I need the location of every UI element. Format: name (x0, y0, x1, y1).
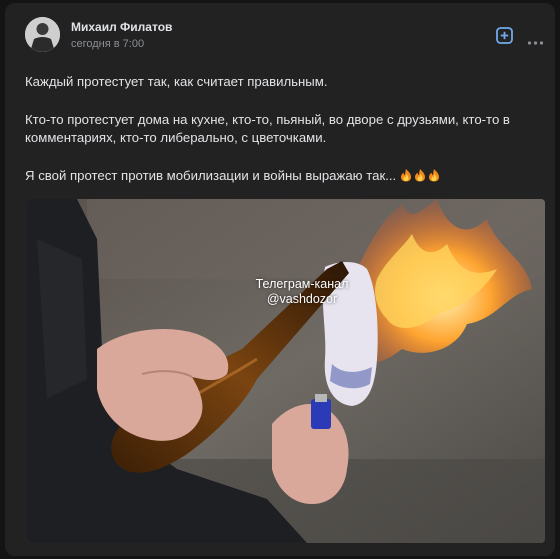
molotov-photo-illustration (27, 199, 545, 543)
post-photo[interactable]: Телеграм-канал @vashdozor (27, 199, 545, 543)
more-dots-icon[interactable] (527, 33, 544, 45)
fire-emoji-icons (401, 169, 440, 182)
photo-watermark: Телеграм-канал @vashdozor (232, 277, 372, 307)
watermark-line1: Телеграм-канал (255, 277, 349, 291)
fire-emoji-group (400, 168, 442, 187)
post-time[interactable]: сегодня в 7:00 (71, 38, 144, 50)
avatar[interactable] (25, 17, 60, 52)
post-paragraph: Кто-то протестует дома на кухне, кто-то,… (25, 112, 510, 145)
plus-square-icon[interactable] (496, 27, 513, 44)
author-name[interactable]: Михаил Филатов (71, 20, 172, 34)
post-text: Каждый протестует так, как считает прави… (25, 73, 545, 187)
post-card: Михаил Филатов сегодня в 7:00 Каждый про… (5, 3, 555, 556)
watermark-line2: @vashdozor (266, 292, 338, 306)
post-paragraph: Каждый протестует так, как считает прави… (25, 74, 328, 89)
post-paragraph-last: Я свой протест против мобилизации и войн… (25, 167, 545, 187)
post-paragraph-text: Я свой протест против мобилизации и войн… (25, 168, 397, 183)
